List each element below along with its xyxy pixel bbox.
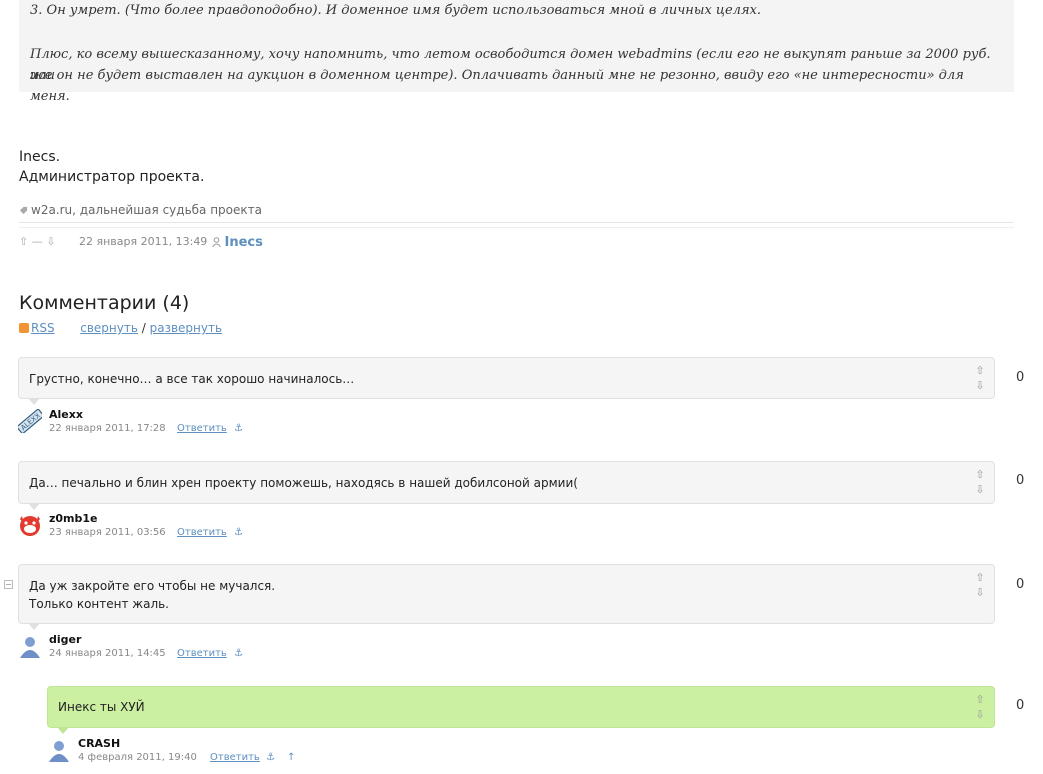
post-date: 22 января 2011, 13:49 [79,235,208,248]
reply-link[interactable]: Ответить [177,527,227,538]
tag-icon [19,206,28,215]
comments-toolbar: RSS свернуть / развернуть [19,321,222,335]
comment-score: 0 [1016,473,1025,488]
rss-icon [19,323,29,333]
post-meta: ⇧ — ⇩ 22 января 2011, 13:49 Inecs [19,235,263,250]
avatar: ALEXX [18,409,42,433]
post-author-name[interactable]: Inecs [225,235,263,250]
comment-date: 4 февраля 2011, 19:40 [78,752,197,763]
signature-name: Inecs. [19,149,61,165]
vote-up-icon[interactable]: ⇧ [975,363,985,378]
reply-link[interactable]: Ответить [210,752,260,763]
signature-role: Администратор проекта. [19,169,205,185]
comment-bubble: Да уж закройте его чтобы не мучался. Тол… [18,564,995,624]
comment-date: 23 января 2011, 03:56 [49,527,166,538]
comment-text: Инекс ты ХУЙ [58,700,145,714]
post-divider [19,222,1014,228]
comment-date: 24 января 2011, 14:45 [49,648,166,659]
comment-username[interactable]: CRASH [78,737,120,750]
comment-username[interactable]: diger [49,633,81,646]
avatar [20,637,40,658]
reply-link[interactable]: Ответить [177,648,227,659]
collapse-thread-icon[interactable]: − [4,580,13,589]
bubble-tail [28,503,40,510]
comments-title: Комментарии (4) [19,292,190,314]
reply-link[interactable]: Ответить [177,423,227,434]
comment-score: 0 [1016,577,1025,592]
comment-text: Только контент жаль. [29,597,169,611]
quote-line-1: 3. Он умрет. (Что более правдоподобно). … [30,3,762,18]
avatar [49,741,69,762]
anchor-icon[interactable]: ⚓ [234,527,243,538]
comment-bubble-new: Инекс ты ХУЙ ⇧ ⇩ [47,686,995,728]
comment-meta: 23 января 2011, 03:56 Ответить ⚓ [49,527,243,538]
expand-all-link[interactable]: развернуть [150,321,222,335]
avatar [20,516,40,536]
comment-text: Да… печально и блин хрен проекту поможеш… [29,476,578,490]
post-author[interactable]: Inecs [212,235,263,250]
post-quote-block: 3. Он умрет. (Что более правдоподобно). … [19,0,1014,104]
vote-down-icon[interactable]: ⇩ [975,378,985,393]
comment-bubble: Грустно, конечно… а все так хорошо начин… [18,357,995,399]
comment-meta: 22 января 2011, 17:28 Ответить ⚓ [49,423,243,434]
comment-meta: 4 февраля 2011, 19:40 Ответить ⚓ ↑ [78,752,295,763]
comment-username[interactable]: z0mb1e [49,512,98,525]
bubble-tail [57,727,69,734]
comment-meta: 24 января 2011, 14:45 Ответить ⚓ [49,648,243,659]
toolbar-slash: / [141,321,146,335]
collapse-all-link[interactable]: свернуть [80,321,138,335]
vote-up-icon[interactable]: ⇧ [975,692,985,707]
tags-text[interactable]: w2a.ru, дальнейшая судьба проекта [31,203,262,217]
comment-text: Да уж закройте его чтобы не мучался. [29,579,276,593]
parent-comment-icon[interactable]: ↑ [287,752,295,763]
vote-down-icon[interactable]: ⇩ [975,585,985,600]
post-tags[interactable]: w2a.ru, дальнейшая судьба проекта [19,203,262,217]
bubble-tail [28,623,40,630]
vote-down-icon[interactable]: ⇩ [975,707,985,722]
comment-score: 0 [1016,698,1025,713]
post-vote-controls[interactable]: ⇧ — ⇩ [19,235,55,248]
rss-link[interactable]: RSS [31,321,55,335]
anchor-icon[interactable]: ⚓ [234,423,243,434]
comment-score: 0 [1016,370,1025,385]
quote-line-3: же он не будет выставлен на аукцион в до… [30,68,964,104]
vote-up-icon[interactable]: ⇧ [975,570,985,585]
comment-date: 22 января 2011, 17:28 [49,423,166,434]
comment-bubble: Да… печально и блин хрен проекту поможеш… [18,461,995,504]
anchor-icon[interactable]: ⚓ [234,648,243,659]
vote-down-icon[interactable]: ⇩ [975,482,985,497]
vote-up-icon[interactable]: ⇧ [975,467,985,482]
user-icon [212,237,221,248]
comment-text: Грустно, конечно… а все так хорошо начин… [29,372,355,386]
anchor-icon[interactable]: ⚓ [266,752,275,763]
comment-username[interactable]: Alexx [49,408,83,421]
bubble-tail [28,398,40,405]
